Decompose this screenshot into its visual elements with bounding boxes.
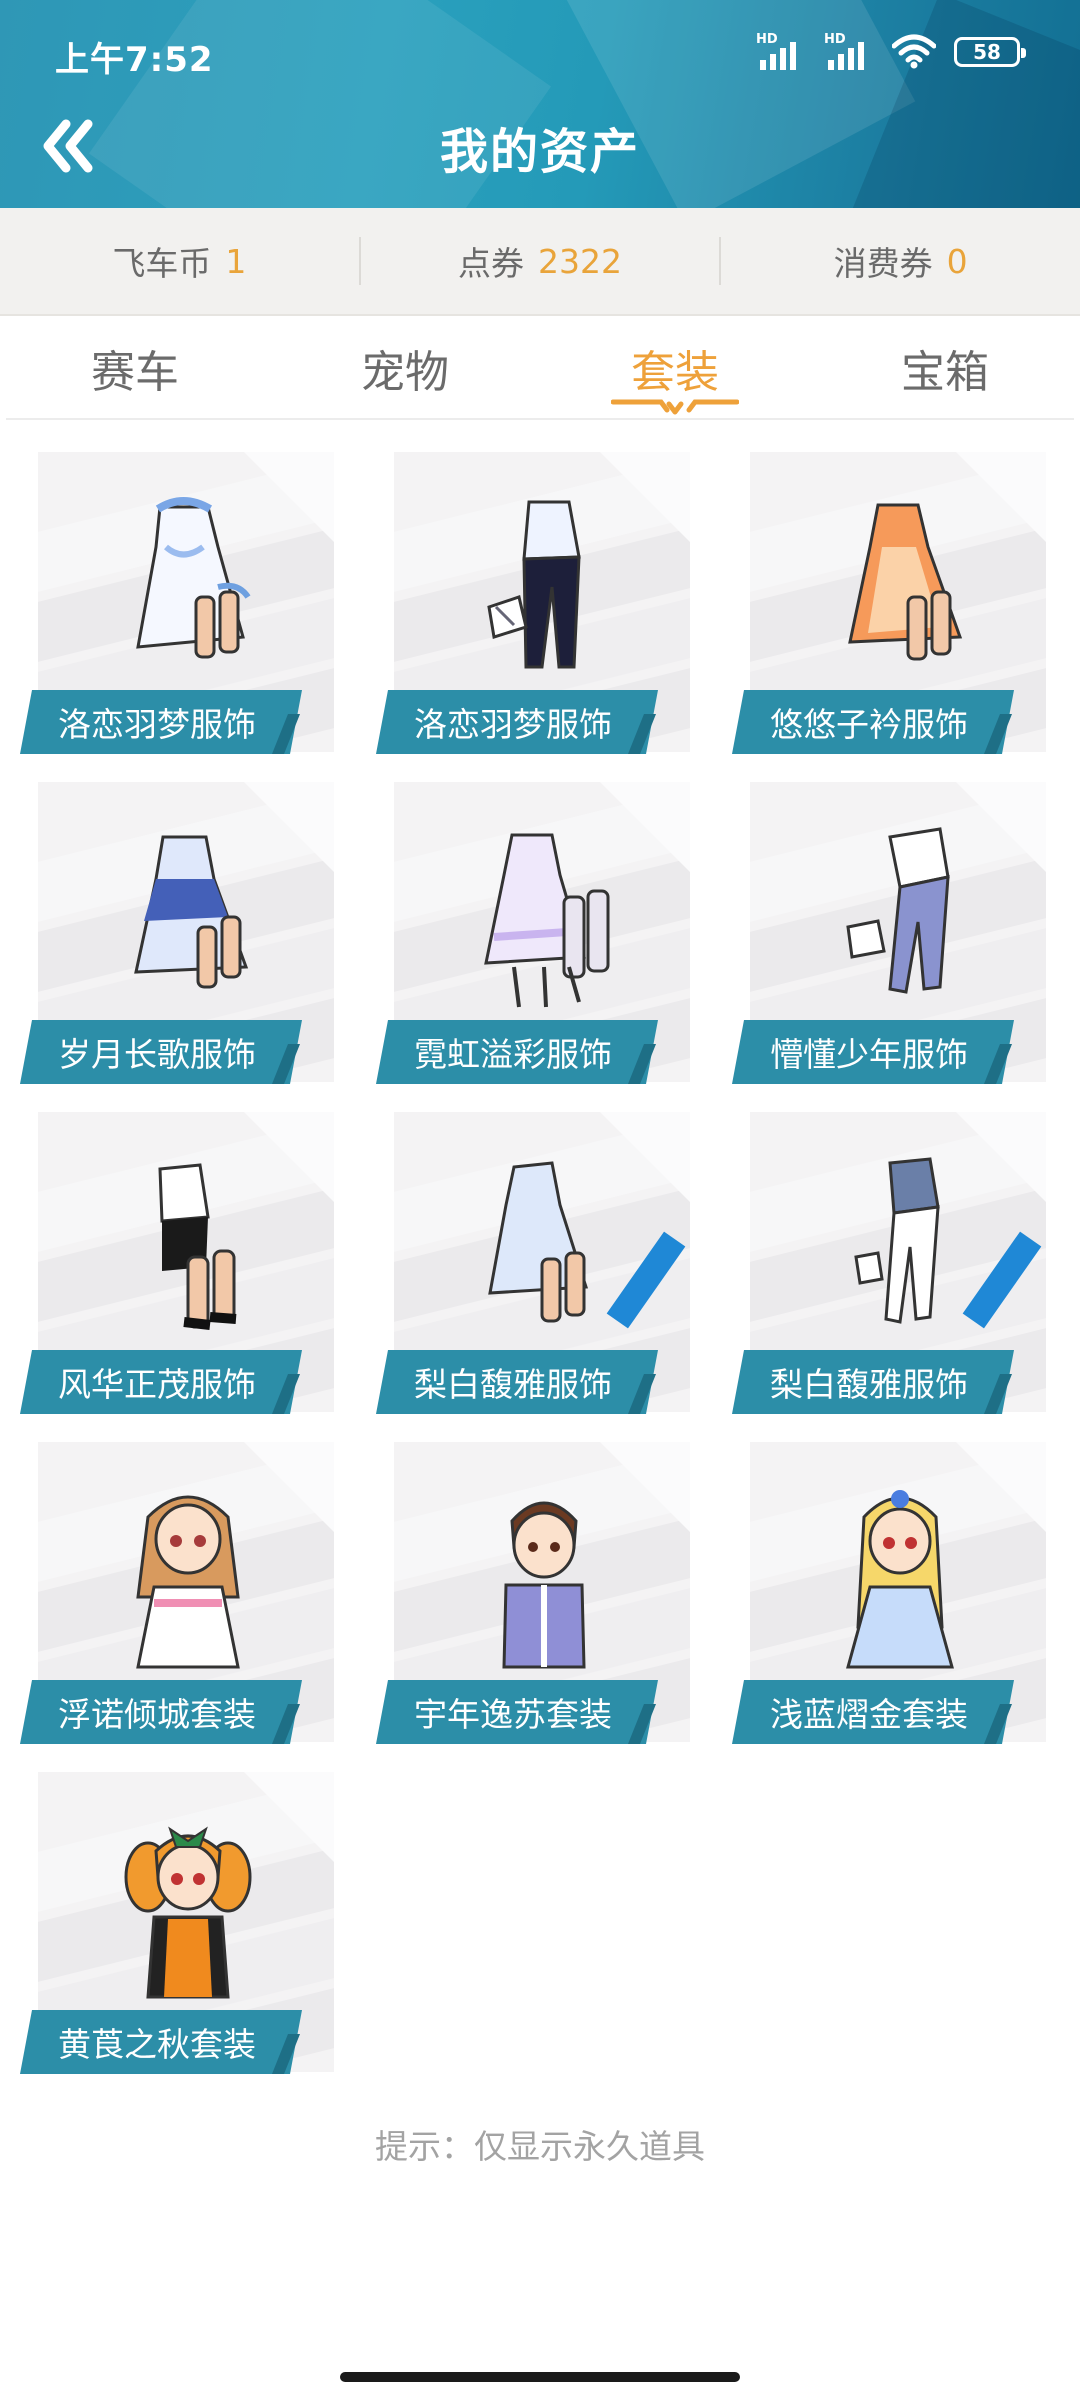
status-icons: HD HD 58 bbox=[756, 30, 1026, 74]
outfit-orange-dress-icon bbox=[848, 503, 963, 661]
tab-outfits[interactable]: 套装 bbox=[540, 318, 810, 418]
item-name: 风华正茂服饰 bbox=[20, 1350, 302, 1414]
item-card[interactable]: 霓虹溢彩服饰 bbox=[376, 782, 690, 1087]
item-card[interactable]: 浮诺倾城套装 bbox=[20, 1442, 334, 1747]
item-name: 梨白馥雅服饰 bbox=[376, 1350, 658, 1414]
item-name: 悠悠子衿服饰 bbox=[732, 690, 1014, 754]
wifi-icon bbox=[892, 34, 936, 69]
category-tabs: 赛车 宠物 套装 宝箱 bbox=[0, 318, 1080, 418]
app-header: 上午7:52 HD HD 58 我的资产 bbox=[0, 0, 1080, 208]
signal-icon: HD bbox=[824, 32, 874, 72]
item-name: 霓虹溢彩服饰 bbox=[376, 1020, 658, 1084]
currency-coins-value: 1 bbox=[225, 241, 247, 281]
currency-coins: 飞车币 1 bbox=[112, 241, 247, 284]
battery-icon: 58 bbox=[954, 37, 1026, 67]
item-card[interactable]: 宇年逸苏套装 bbox=[376, 1442, 690, 1747]
outfit-lace-dress-icon bbox=[484, 833, 610, 1008]
item-card[interactable]: 梨白馥雅服饰 bbox=[732, 1112, 1046, 1417]
item-name: 洛恋羽梦服饰 bbox=[20, 690, 302, 754]
item-card[interactable]: 悠悠子衿服饰 bbox=[732, 452, 1046, 757]
item-card[interactable]: 浅蓝熠金套装 bbox=[732, 1442, 1046, 1747]
tab-cars[interactable]: 赛车 bbox=[0, 318, 270, 418]
tab-pets[interactable]: 宠物 bbox=[270, 318, 540, 418]
item-card[interactable]: 梨白馥雅服饰 bbox=[376, 1112, 690, 1417]
item-card[interactable]: 洛恋羽梦服饰 bbox=[20, 452, 334, 757]
tab-indicator-icon bbox=[611, 399, 739, 415]
double-chevron-left-icon bbox=[43, 119, 93, 173]
item-card[interactable]: 黄莨之秋套装 bbox=[20, 1772, 334, 2077]
girl-avatar-icon bbox=[136, 1495, 240, 1669]
item-name: 浅蓝熠金套装 bbox=[732, 1680, 1014, 1744]
currency-bar: 飞车币 1 点券 2322 消费券 0 bbox=[0, 208, 1080, 316]
blonde-girl-avatar-icon bbox=[846, 1490, 954, 1669]
item-card[interactable]: 洛恋羽梦服饰 bbox=[376, 452, 690, 757]
outfit-white-dress-icon bbox=[136, 497, 251, 659]
outfit-boy-icon bbox=[846, 827, 950, 994]
item-name: 梨白馥雅服饰 bbox=[732, 1350, 1014, 1414]
currency-vouchers-value: 0 bbox=[946, 241, 968, 281]
currency-vouchers: 消费券 0 bbox=[833, 241, 968, 284]
item-name: 宇年逸苏套装 bbox=[376, 1680, 658, 1744]
orange-girl-avatar-icon bbox=[124, 1826, 252, 1999]
item-card[interactable]: 岁月长歌服饰 bbox=[20, 782, 334, 1087]
status-bar: 上午7:52 HD HD 58 bbox=[0, 0, 1080, 100]
item-name: 岁月长歌服饰 bbox=[20, 1020, 302, 1084]
currency-points-value: 2322 bbox=[538, 241, 622, 281]
home-indicator[interactable] bbox=[340, 2372, 740, 2382]
item-card[interactable]: 风华正茂服饰 bbox=[20, 1112, 334, 1417]
item-name: 浮诺倾城套装 bbox=[20, 1680, 302, 1744]
tab-chests[interactable]: 宝箱 bbox=[810, 318, 1080, 418]
outfit-blue-dress-icon bbox=[134, 835, 249, 989]
status-time: 上午7:52 bbox=[55, 40, 214, 80]
outfit-suit-icon bbox=[487, 500, 581, 669]
item-name: 黄莨之秋套装 bbox=[20, 2010, 302, 2074]
hint-text: 提示：仅显示永久道具 bbox=[375, 2127, 705, 2166]
item-name: 懵懂少年服饰 bbox=[732, 1020, 1014, 1084]
back-button[interactable] bbox=[40, 118, 100, 174]
divider bbox=[6, 418, 1074, 420]
item-name: 洛恋羽梦服饰 bbox=[376, 690, 658, 754]
currency-points: 点券 2322 bbox=[458, 241, 622, 284]
outfit-black-white-icon bbox=[158, 1163, 237, 1330]
signal-icon: HD bbox=[756, 32, 806, 72]
item-card[interactable]: 懵懂少年服饰 bbox=[732, 782, 1046, 1087]
boy-avatar-icon bbox=[502, 1501, 586, 1669]
